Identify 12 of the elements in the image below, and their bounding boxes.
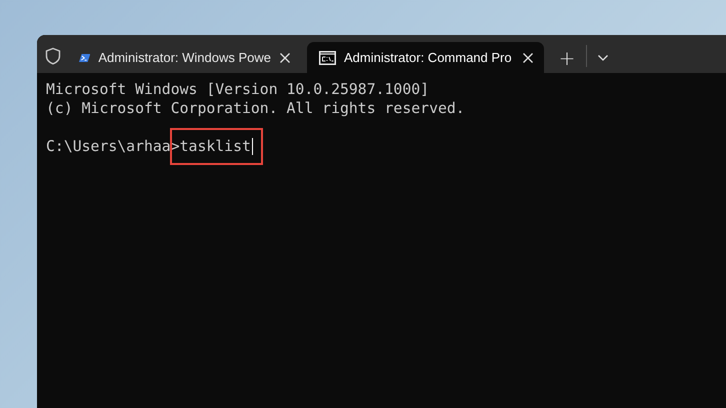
tab[interactable]: Administrator: Windows Powe (69, 42, 301, 73)
chevron-down-icon (597, 54, 609, 62)
close-icon[interactable] (279, 52, 291, 64)
command-text: >tasklist (170, 137, 251, 156)
prompt-path: C:\Users\arhaa (46, 137, 171, 156)
new-tab-button[interactable]: + (552, 42, 582, 73)
tab[interactable]: Administrator: Command Pro (307, 42, 544, 73)
output-line: (c) Microsoft Corporation. All rights reserved. (46, 99, 466, 118)
output-line: Microsoft Windows [Version 10.0.25987.1000] (46, 80, 430, 99)
shield-icon[interactable] (45, 47, 61, 65)
close-icon[interactable] (522, 52, 534, 64)
terminal-icon (319, 50, 336, 64)
